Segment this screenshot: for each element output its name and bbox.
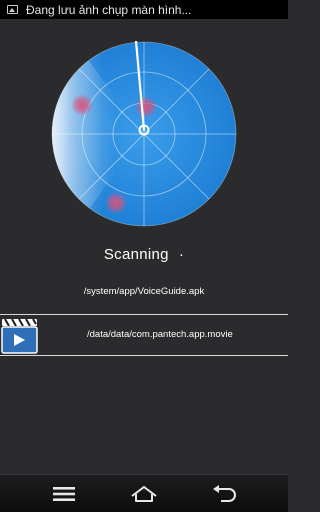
- radar-blip: [135, 96, 157, 118]
- result-path: /data/data/com.pantech.app.movie: [87, 329, 233, 340]
- current-file-path: /system/app/VoiceGuide.apk: [83, 286, 205, 297]
- home-button[interactable]: [114, 475, 174, 512]
- radar-scanner: [51, 41, 237, 227]
- scan-status-text: Scanning: [103, 246, 169, 263]
- result-row[interactable]: /data/data/com.pantech.app.movie: [0, 314, 288, 356]
- home-icon: [131, 485, 157, 502]
- menu-icon: [53, 486, 75, 501]
- navigation-bar: [0, 474, 288, 512]
- menu-button[interactable]: [34, 475, 94, 512]
- radar-blip: [71, 94, 93, 116]
- status-bar: Đang lưu ảnh chụp màn hình...: [0, 0, 288, 19]
- screen: Đang lưu ảnh chụp màn hình... Scanning ·…: [0, 0, 288, 512]
- scan-progress-dot: ·: [178, 246, 185, 263]
- image-icon: [7, 5, 18, 14]
- back-button[interactable]: [194, 475, 254, 512]
- radar-blip: [105, 192, 127, 214]
- scan-status: Scanning ·: [0, 246, 288, 263]
- notification-text: Đang lưu ảnh chụp màn hình...: [26, 2, 192, 17]
- movie-clapper-icon: [1, 318, 38, 354]
- back-icon: [213, 484, 236, 502]
